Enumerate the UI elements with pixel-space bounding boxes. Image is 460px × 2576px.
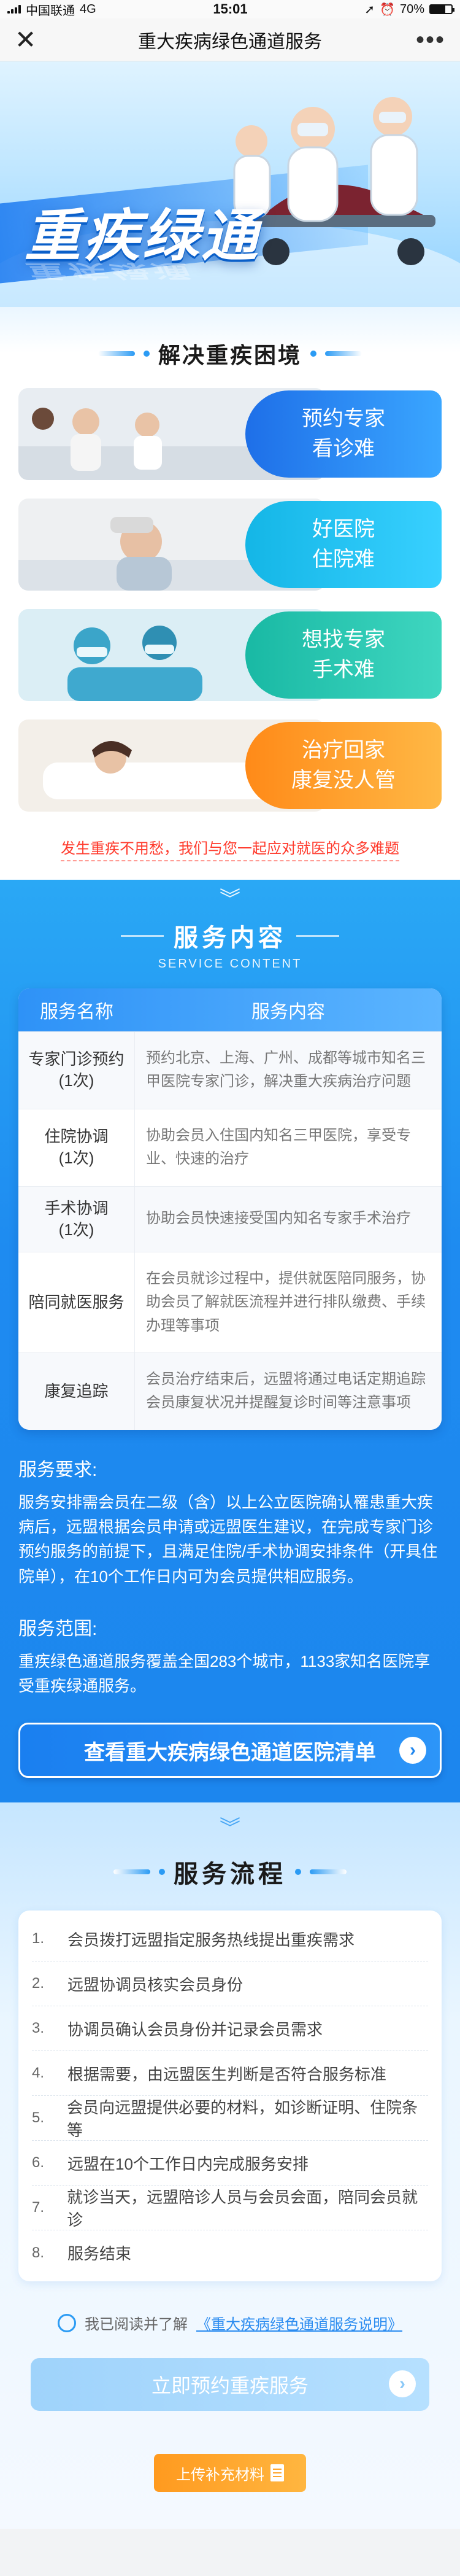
process-step: 4. 根据需要，由远盟医生判断是否符合服务标准 <box>32 2051 428 2097</box>
service-name: 住院协调 (1次) <box>18 1109 135 1186</box>
process-step: 3. 协调员确认会员身份并记录会员需求 <box>32 2006 428 2052</box>
alarm-icon: ⏰ <box>380 2 395 17</box>
range-text: 重疾绿色通道服务覆盖全国283个城市，1133家知名医院享受重疾绿通服务。 <box>18 1651 431 1696</box>
step-number: 1. <box>32 1930 45 1947</box>
agreement-radio[interactable] <box>58 2313 76 2332</box>
problem-card: 治疗回家 康复没人管 <box>18 720 442 812</box>
requirements-text: 服务安排需会员在二级（含）以上公立医院确认罹患重大疾病后，远盟根据会员申请或远盟… <box>18 1492 438 1586</box>
step-text: 协调员确认会员身份并记录会员需求 <box>67 2020 323 2039</box>
problems-section: 解决重疾困境 预约专家 看诊难 好医院 住院难 想找专家 手术难 治疗回家 康复没人管 … <box>0 307 460 880</box>
table-row: 康复追踪 会员治疗结束后，远盟将通过电话定期追踪会员康复状况并提醒复诊时间等注意事… <box>18 1352 442 1430</box>
process-step: 1. 会员拨打远盟指定服务热线提出重疾需求 <box>32 1917 428 1962</box>
service-content: 协助会员快速接受国内知名专家手术治疗 <box>146 1210 411 1227</box>
service-name: 专家门诊预约 (1次) <box>18 1032 135 1109</box>
hero-brand-reflection: 重疾绿通 <box>25 260 191 281</box>
services-heading: 服务内容 SERVICE CONTENT <box>18 918 442 971</box>
step-number: 6. <box>32 2154 45 2171</box>
clock: 15:01 <box>213 1 248 17</box>
step-text: 根据需要，由远盟医生判断是否符合服务标准 <box>67 2065 387 2084</box>
service-terms-link[interactable]: 《重大疾病绿色通道服务说明》 <box>196 2312 402 2334</box>
step-text: 就诊当天，远盟陪诊人员与会员会面，陪同会员就诊 <box>67 2188 418 2230</box>
step-number: 8. <box>32 2244 45 2261</box>
upload-materials-button[interactable]: 上传补充材料 <box>154 2454 306 2493</box>
page-title: 重大疾病绿色通道服务 <box>138 31 322 52</box>
agreement: 我已阅读并了解 《重大疾病绿色通道服务说明》 <box>18 2312 442 2334</box>
battery-icon <box>429 4 454 14</box>
hospital-list-button[interactable]: 查看重大疾病绿色通道医院清单 › <box>18 1723 442 1779</box>
process-steps: 1. 会员拨打远盟指定服务热线提出重疾需求 2. 远盟协调员核实会员身份 3. 协调员确认… <box>18 1911 442 2282</box>
location-icon: ➚ <box>364 2 375 17</box>
process-title: 服务流程 <box>18 1854 442 1890</box>
problem-card: 好医院 住院难 <box>18 499 442 591</box>
service-content: 预约北京、上海、广州、成都等城市知名三甲医院专家门诊，解决重大疾病治疗问题 <box>146 1050 426 1090</box>
process-step: 6. 远盟在10个工作日内完成服务安排 <box>32 2141 428 2186</box>
problem-card-label: 治疗回家 康复没人管 <box>245 722 442 809</box>
step-text: 会员拨打远盟指定服务热线提出重疾需求 <box>67 1930 355 1949</box>
step-number: 5. <box>32 2109 45 2127</box>
problems-title: 解决重疾困境 <box>18 338 442 370</box>
step-number: 4. <box>32 2065 45 2082</box>
table-row: 住院协调 (1次) 协助会员入住国内知名三甲医院，享受专业、快速的治疗 <box>18 1108 442 1186</box>
step-number: 2. <box>32 1975 45 1992</box>
step-text: 远盟在10个工作日内完成服务安排 <box>67 2154 309 2173</box>
slogan: 发生重疾不用愁，我们与您一起应对就医的众多难题 <box>61 836 399 861</box>
step-text: 远盟协调员核实会员身份 <box>67 1975 243 1994</box>
service-content: 会员治疗结束后，远盟将通过电话定期追踪会员康复状况并提醒复诊时间等注意事项 <box>146 1370 426 1411</box>
table-row: 专家门诊预约 (1次) 预约北京、上海、广州、成都等城市知名三甲医院专家门诊，解决… <box>18 1031 442 1109</box>
process-section: ︾ 服务流程 1. 会员拨打远盟指定服务热线提出重疾需求 2. 远盟协调员核实会员身份… <box>0 1802 460 2529</box>
step-number: 7. <box>32 2199 45 2216</box>
requirements-title: 服务要求: <box>18 1459 98 1480</box>
process-step: 2. 远盟协调员核实会员身份 <box>32 1961 428 2007</box>
chevron-right-icon: › <box>399 1737 426 1764</box>
book-service-button[interactable]: 立即预约重疾服务 › <box>31 2358 429 2411</box>
hero-banner: 重疾绿通 重疾绿通 <box>0 61 460 307</box>
chevron-right-icon: › <box>389 2370 416 2398</box>
close-icon[interactable]: ✕ <box>15 26 52 53</box>
service-content: 在会员就诊过程中，提供就医陪同服务，协助会员了解就医流程并进行排队缴费、手续办理… <box>146 1270 426 1334</box>
chevron-down-icon: ︾ <box>220 1817 240 1841</box>
document-icon <box>270 2464 284 2482</box>
service-name: 陪同就医服务 <box>18 1252 135 1352</box>
problem-card: 预约专家 看诊难 <box>18 388 442 480</box>
service-name: 手术协调 (1次) <box>18 1186 135 1252</box>
step-number: 3. <box>32 2020 45 2037</box>
table-header: 服务名称 服务内容 <box>18 988 442 1031</box>
signal-icon <box>7 5 21 14</box>
services-table: 服务名称 服务内容 专家门诊预约 (1次) 预约北京、上海、广州、成都等城市知名三… <box>18 988 442 1430</box>
process-step: 5. 会员向远盟提供必要的材料，如诊断证明、住院条等 <box>32 2096 428 2141</box>
chevron-down-icon: ︾ <box>220 888 240 911</box>
process-step: 8. 服务结束 <box>32 2230 428 2275</box>
service-name: 康复追踪 <box>18 1352 135 1430</box>
network-label: 4G <box>80 2 96 16</box>
nav-bar: ✕ 重大疾病绿色通道服务 ••• <box>0 18 460 61</box>
range-title: 服务范围: <box>18 1618 98 1639</box>
step-text: 服务结束 <box>67 2244 132 2264</box>
problem-card-label: 好医院 住院难 <box>245 501 442 588</box>
carrier-label: 中国联通 <box>26 4 75 18</box>
more-icon[interactable]: ••• <box>408 28 445 52</box>
problem-card: 想找专家 手术难 <box>18 609 442 701</box>
battery-percent: 70% <box>399 2 424 16</box>
status-bar: 中国联通 4G 15:01 ➚ ⏰ 70% <box>0 0 460 18</box>
problem-card-label: 想找专家 手术难 <box>245 611 442 699</box>
process-step: 7. 就诊当天，远盟陪诊人员与会员会面，陪同会员就诊 <box>32 2186 428 2231</box>
step-text: 会员向远盟提供必要的材料，如诊断证明、住院条等 <box>67 2098 418 2140</box>
table-row: 陪同就医服务 在会员就诊过程中，提供就医陪同服务，协助会员了解就医流程并进行排队缴… <box>18 1251 442 1352</box>
table-row: 手术协调 (1次) 协助会员快速接受国内知名专家手术治疗 <box>18 1185 442 1252</box>
services-section: ︾ 服务内容 SERVICE CONTENT 服务名称 服务内容 专家门诊预约 … <box>0 880 460 1803</box>
problem-card-label: 预约专家 看诊难 <box>245 390 442 478</box>
service-content: 协助会员入住国内知名三甲医院，享受专业、快速的治疗 <box>146 1127 411 1168</box>
